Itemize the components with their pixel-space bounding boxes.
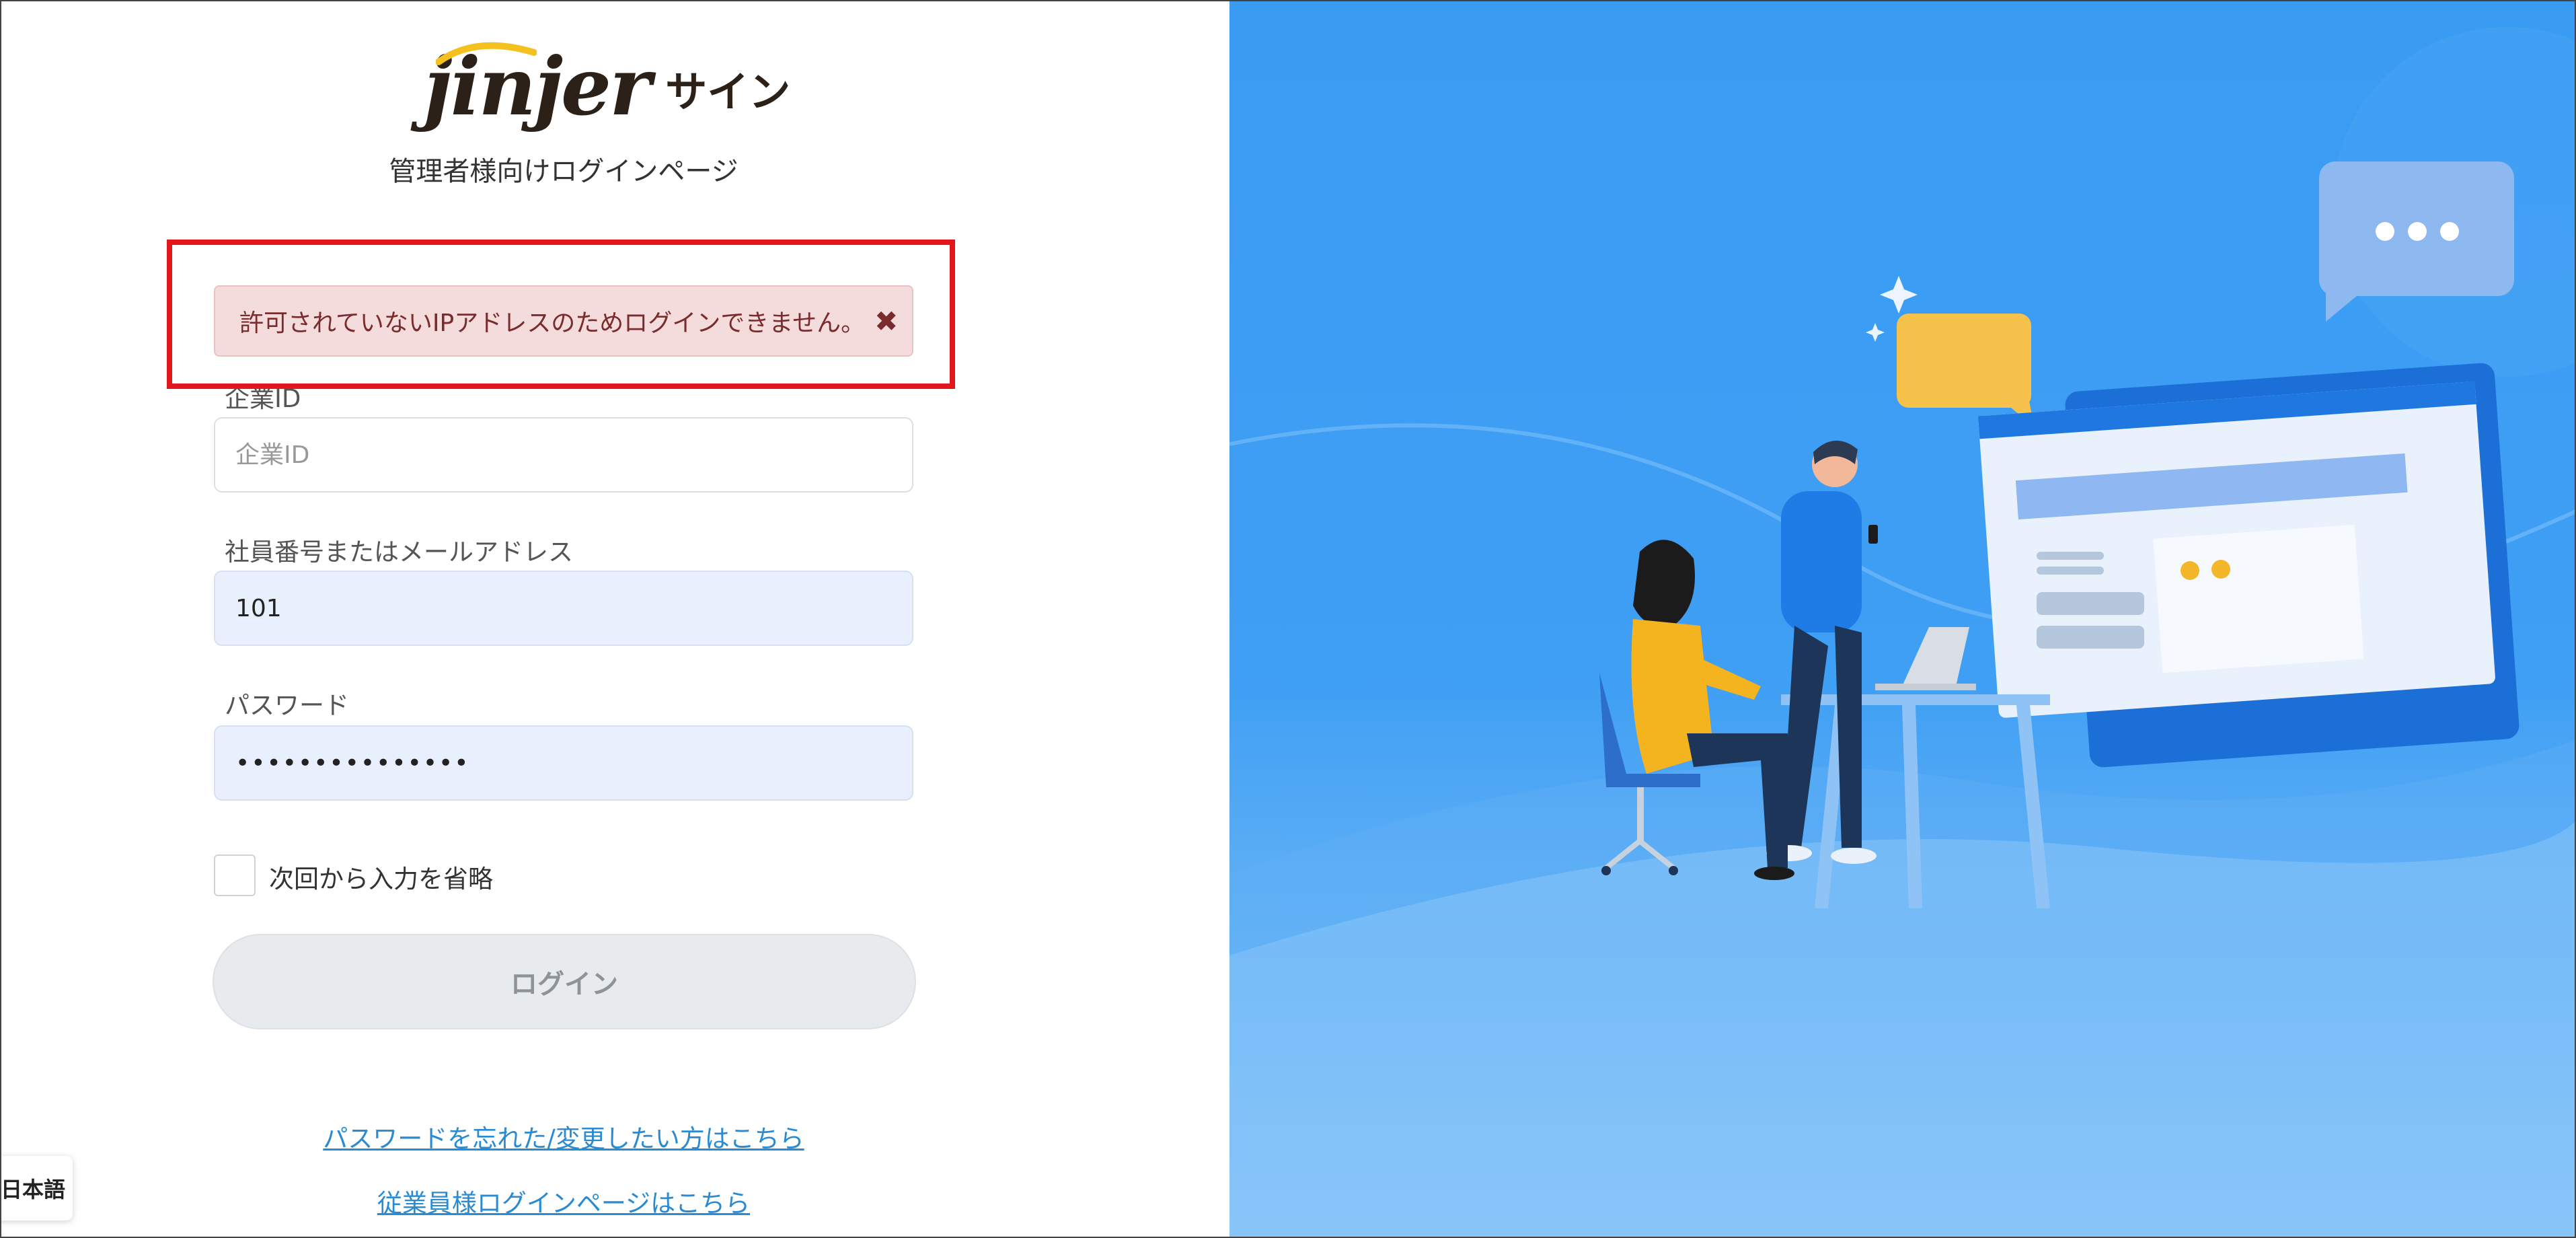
forgot-password-link[interactable]: パスワードを忘れた/変更したい方はこちら (0, 1118, 1127, 1155)
login-button[interactable]: ログイン (213, 934, 916, 1029)
login-panel: jinjer サイン 管理者様向けログインページ 企業ID 許可されていないIP… (0, 0, 1229, 1238)
remember-checkbox[interactable] (214, 854, 256, 896)
error-highlight-box (167, 240, 955, 389)
logo-word: jinjer (424, 42, 651, 126)
logo-arc-icon (436, 42, 537, 65)
language-selector[interactable]: 日本語 (0, 1156, 73, 1221)
employee-login-link[interactable]: 従業員様ログインページはこちら (0, 1183, 1127, 1219)
employee-id-input[interactable] (214, 571, 913, 646)
employee-label: 社員番号またはメールアドレス (225, 538, 573, 567)
company-id-input[interactable] (214, 417, 913, 493)
hero-illustration-panel (1229, 0, 2576, 1238)
remember-label: 次回から入力を省略 (269, 865, 493, 894)
password-label: パスワード (225, 691, 349, 720)
office-illustration (1229, 27, 2576, 1238)
page-subtitle: 管理者様向けログインページ (389, 156, 738, 187)
brand-logo: jinjer サイン (424, 42, 791, 126)
password-input[interactable] (214, 725, 913, 801)
logo-product: サイン (665, 67, 791, 116)
